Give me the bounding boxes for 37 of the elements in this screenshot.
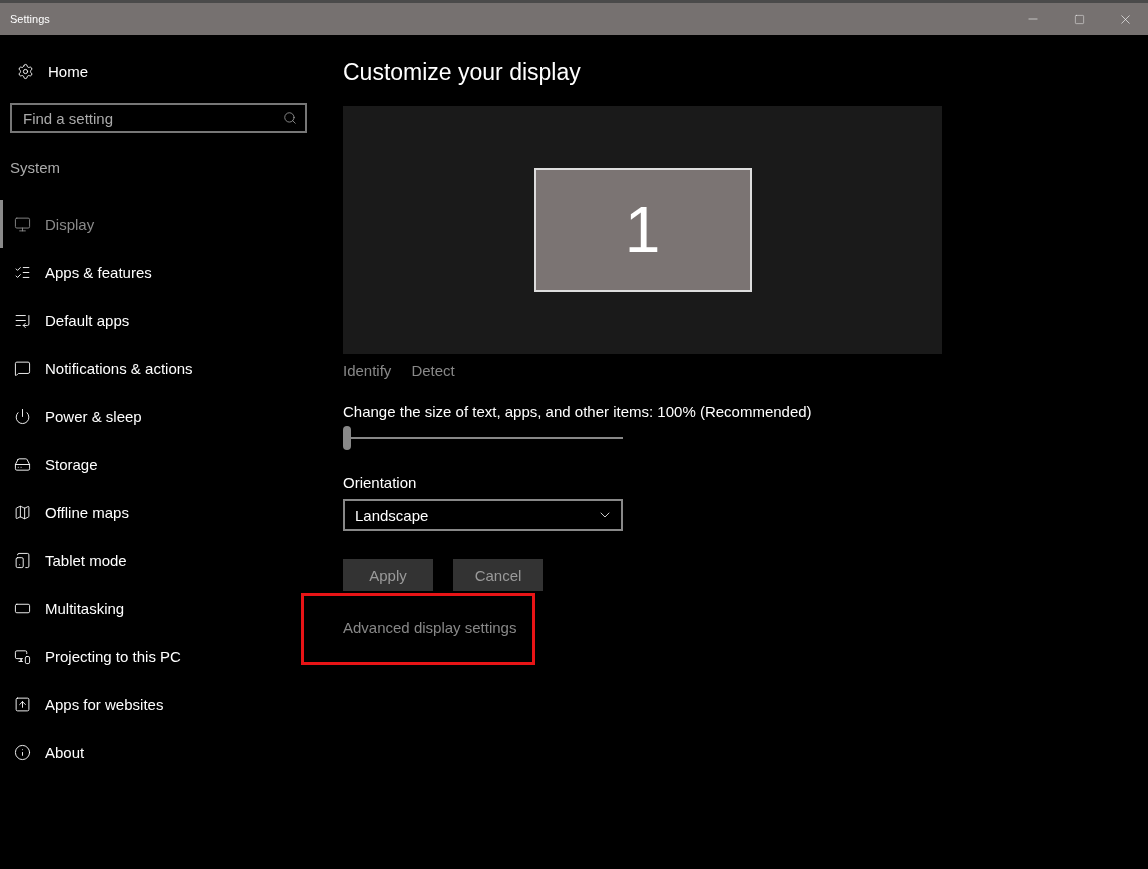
sidebar-item[interactable]: Tablet mode — [0, 536, 330, 584]
sidebar-item[interactable]: Offline maps — [0, 488, 330, 536]
scale-label: Change the size of text, apps, and other items: 100% (Recommended) — [343, 403, 812, 420]
map-icon — [14, 503, 31, 521]
orientation-dropdown[interactable]: Landscape — [343, 499, 623, 531]
sidebar-item[interactable]: Notifications & actions — [0, 344, 330, 392]
sidebar-item[interactable]: Power & sleep — [0, 392, 330, 440]
search-field[interactable]: Find a setting — [23, 109, 283, 127]
speech-bubble-icon — [14, 359, 31, 377]
search-icon — [283, 111, 297, 125]
slider-thumb[interactable] — [343, 426, 351, 450]
settings-icon — [17, 62, 34, 80]
link[interactable]: Identify — [343, 362, 392, 379]
tablet-icon — [14, 551, 31, 569]
sidebar-item[interactable]: About — [0, 728, 330, 776]
power-icon — [14, 407, 31, 425]
home-link[interactable]: Home — [48, 62, 88, 80]
orientation-label: Orientation — [343, 474, 417, 491]
window-title: Settings — [10, 13, 50, 25]
sidebar-item[interactable]: Projecting to this PC — [0, 632, 330, 680]
sidebar-item[interactable]: Storage — [0, 440, 330, 488]
monitor-icon — [14, 215, 31, 233]
search-box[interactable]: Find a setting — [10, 103, 307, 133]
advanced-settings-link[interactable]: Advanced display settings — [343, 619, 517, 636]
monitor-tile[interactable]: 1 — [533, 168, 752, 292]
link[interactable]: Detect — [411, 362, 455, 379]
section-heading: System — [10, 159, 61, 176]
sidebar-item[interactable]: Default apps — [0, 296, 330, 344]
sidebar-item[interactable]: Multitasking — [0, 584, 330, 632]
sidebar-item[interactable]: Apps for websites — [0, 680, 330, 728]
sidebar-item[interactable]: Display — [0, 200, 330, 248]
screens-icon — [14, 647, 31, 665]
info-icon — [14, 743, 31, 761]
maximize-icon — [1073, 13, 1085, 25]
drive-icon — [14, 455, 31, 473]
sidebar-item[interactable]: Apps & features — [0, 248, 330, 296]
page-title: Customize your display — [343, 59, 581, 86]
